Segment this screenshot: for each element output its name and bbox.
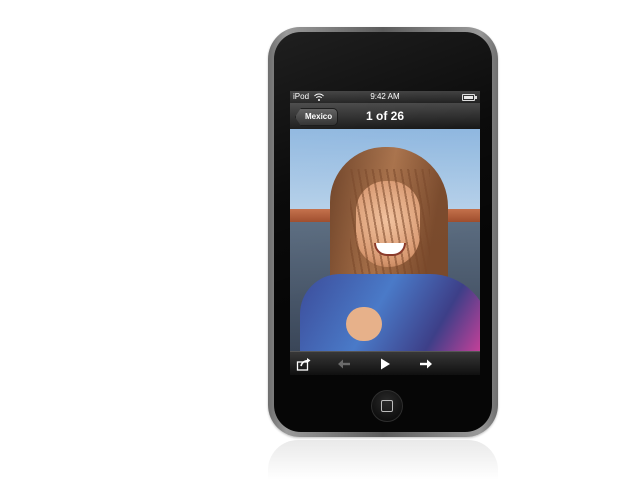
previous-arrow-icon[interactable]	[336, 356, 352, 372]
battery-icon	[462, 94, 475, 101]
share-icon[interactable]	[296, 356, 312, 372]
status-time: 9:42 AM	[370, 92, 400, 101]
next-arrow-icon[interactable]	[418, 356, 434, 372]
battery-tip	[475, 96, 477, 99]
photo-blanket	[300, 274, 480, 351]
photo-hair-strands	[350, 169, 430, 289]
home-square-icon	[381, 400, 393, 412]
navigation-bar: Mexico 1 of 26	[290, 103, 480, 130]
device-face: iPod 9:42 AM Mexico 1 of 26	[274, 32, 492, 432]
photo-woman-smiling[interactable]	[290, 129, 480, 351]
status-bar: iPod 9:42 AM	[290, 91, 480, 103]
device-screen: iPod 9:42 AM Mexico 1 of 26	[290, 91, 480, 375]
device-floor-reflection	[268, 440, 498, 480]
photo-toolbar	[290, 351, 480, 375]
home-button[interactable]	[371, 390, 403, 422]
photo-counter-title: 1 of 26	[365, 109, 404, 123]
ipod-touch-device: iPod 9:42 AM Mexico 1 of 26	[268, 27, 498, 437]
photo-hand	[346, 307, 382, 341]
play-icon[interactable]	[377, 356, 393, 372]
